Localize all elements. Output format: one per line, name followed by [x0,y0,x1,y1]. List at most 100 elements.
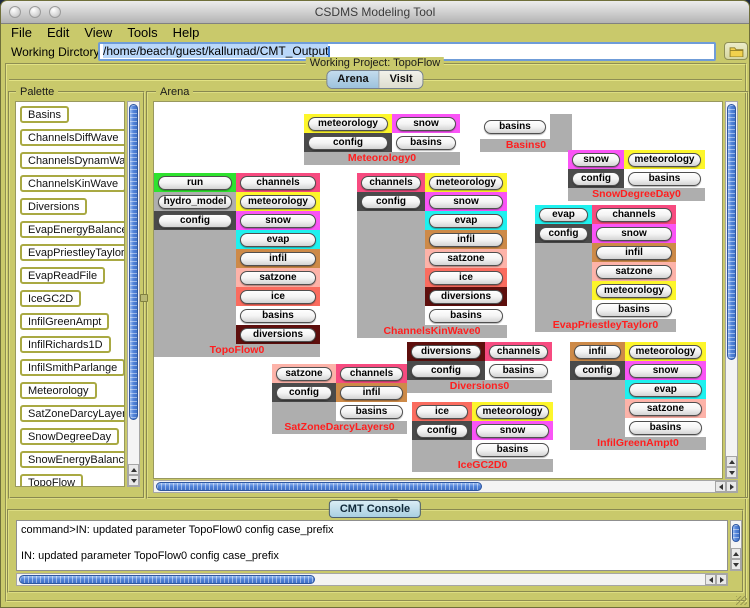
palette-item-SnowEnergyBalance[interactable]: SnowEnergyBalance [20,451,125,468]
port-button-config[interactable]: config [411,364,481,378]
port-button-basins[interactable]: basins [476,443,549,457]
console-vertical-scrollbar-thumb[interactable] [732,524,740,542]
port-button-meteorology[interactable]: meteorology [429,176,503,190]
component-group-Diversions0[interactable]: diversionsconfigchannelsbasinsDiversions… [407,342,552,393]
port-button-diversions[interactable]: diversions [240,328,316,342]
palette-item-TopoFlow[interactable]: TopoFlow [20,474,83,487]
menu-edit[interactable]: Edit [47,25,78,40]
port-button-ice[interactable]: ice [429,271,503,285]
console-scroll-up-button[interactable] [731,548,741,559]
port-button-satzone[interactable]: satzone [276,367,332,381]
port-button-infil[interactable]: infil [596,246,672,260]
port-button-snow[interactable]: snow [596,227,672,241]
tab-visit[interactable]: VisIt [379,71,423,88]
palette-item-EvapEnergyBalance[interactable]: EvapEnergyBalance [20,221,125,238]
component-group-Basins0[interactable]: basinsBasins0 [480,114,572,152]
port-button-diversions[interactable]: diversions [429,290,503,304]
port-button-snow[interactable]: snow [240,214,316,228]
port-button-meteorology[interactable]: meteorology [476,405,549,419]
port-button-diversions[interactable]: diversions [411,345,481,359]
palette-item-SatZoneDarcyLayers[interactable]: SatZoneDarcyLayers [20,405,125,422]
palette-item-Diversions[interactable]: Diversions [20,198,87,215]
palette-item-Meteorology[interactable]: Meteorology [20,382,97,399]
console-scroll-left-button[interactable] [705,574,716,585]
port-button-channels[interactable]: channels [240,176,316,190]
arena-scroll-left-button[interactable] [715,481,726,492]
port-button-meteorology[interactable]: meteorology [628,153,701,167]
component-group-TopoFlow0[interactable]: run hydro_modelconfig channels meteorology s… [154,173,320,357]
palette-arena-splitter[interactable] [140,294,148,302]
port-button-basins[interactable]: basins [396,136,456,150]
port-button-channels[interactable]: channels [340,367,403,381]
port-button-infil[interactable]: infil [240,252,316,266]
console-output[interactable]: command>IN: updated parameter TopoFlow0 … [16,520,728,571]
port-button-ice[interactable]: ice [240,290,316,304]
palette-item-InfilGreenAmpt[interactable]: InfilGreenAmpt [20,313,109,330]
port-button-basins[interactable]: basins [489,364,548,378]
palette-item-Basins[interactable]: Basins [20,106,69,123]
port-button-snow[interactable]: snow [572,153,620,167]
palette-item-EvapReadFile[interactable]: EvapReadFile [20,267,105,284]
component-group-InfilGreenAmpt0[interactable]: infilconfigmeteorologysnowevapsatzonebas… [570,342,706,450]
port-button-basins[interactable]: basins [628,172,701,186]
arena-canvas[interactable]: meteorologyconfigsnowbasinsMeteorology0b… [153,101,723,479]
port-button-meteorology[interactable]: meteorology [308,117,388,131]
arena-scroll-up-button[interactable] [726,456,737,467]
port-button-meteorology[interactable]: meteorology [240,195,316,209]
port-button-satzone[interactable]: satzone [596,265,672,279]
console-scroll-right-button[interactable] [716,574,727,585]
port-button-meteorology[interactable]: meteorology [629,345,702,359]
component-group-SatZoneDarcyLayers0[interactable]: satzoneconfigchannelsinfilbasinsSatZoneD… [272,364,407,434]
menu-view[interactable]: View [84,25,121,40]
console-horizontal-scrollbar-thumb[interactable] [19,575,315,584]
component-group-ChannelsKinWave0[interactable]: channelsconfigmeteorologysnowevapinfilsa… [357,173,507,338]
port-button-config[interactable]: config [361,195,421,209]
port-button-channels[interactable]: channels [596,208,672,222]
port-button-evap[interactable]: evap [240,233,316,247]
arena-vertical-scrollbar-thumb[interactable] [727,104,736,360]
port-button-evap[interactable]: evap [629,383,702,397]
port-button-config[interactable]: config [276,386,332,400]
port-button-hydro_model[interactable]: hydro_model [158,195,232,209]
port-button-config[interactable]: config [539,227,588,241]
console-scroll-down-button[interactable] [731,559,741,570]
port-button-evap[interactable]: evap [539,208,588,222]
port-button-config[interactable]: config [158,214,232,228]
port-button-infil[interactable]: infil [429,233,503,247]
component-group-EvapPriestleyTaylor0[interactable]: evap config channels snow infil satzone meteor… [535,205,676,332]
palette-scrollbar-thumb[interactable] [129,104,138,420]
port-button-snow[interactable]: snow [629,364,702,378]
port-button-run[interactable]: run [158,176,232,190]
component-group-SnowDegreeDay0[interactable]: snowconfigmeteorologybasinsSnowDegreeDay… [568,150,705,201]
palette-item-InfilSmithParlange[interactable]: InfilSmithParlange [20,359,125,376]
palette-item-IceGC2D[interactable]: IceGC2D [20,290,81,307]
arena-scroll-right-button[interactable] [726,481,737,492]
port-button-meteorology[interactable]: meteorology [596,284,672,298]
port-button-channels[interactable]: channels [489,345,548,359]
window-resize-grip[interactable] [736,596,747,605]
port-button-config[interactable]: config [574,364,621,378]
menu-tools[interactable]: Tools [127,25,166,40]
port-button-infil[interactable]: infil [574,345,621,359]
arena-horizontal-scrollbar-thumb[interactable] [156,482,482,491]
port-button-config[interactable]: config [308,136,388,150]
title-bar[interactable]: CSDMS Modeling Tool [1,1,749,24]
menu-help[interactable]: Help [173,25,209,40]
palette-item-EvapPriestleyTaylor[interactable]: EvapPriestleyTaylor [20,244,125,261]
port-button-config[interactable]: config [416,424,468,438]
port-button-infil[interactable]: infil [340,386,403,400]
component-group-Meteorology0[interactable]: meteorologyconfigsnowbasinsMeteorology0 [304,114,460,165]
port-button-basins[interactable]: basins [629,421,702,435]
palette-scroll-down-button[interactable] [128,475,139,486]
port-button-evap[interactable]: evap [429,214,503,228]
palette-item-InfilRichards1D[interactable]: InfilRichards1D [20,336,111,353]
palette-item-SnowDegreeDay[interactable]: SnowDegreeDay [20,428,119,445]
port-button-snow[interactable]: snow [396,117,456,131]
port-button-basins[interactable]: basins [429,309,503,323]
palette-item-ChannelsKinWave[interactable]: ChannelsKinWave [20,175,125,192]
port-button-basins[interactable]: basins [596,303,672,317]
cmt-console-toggle-button[interactable]: CMT Console [329,500,421,518]
arena-scroll-down-button[interactable] [726,467,737,478]
port-button-config[interactable]: config [572,172,620,186]
port-button-ice[interactable]: ice [416,405,468,419]
